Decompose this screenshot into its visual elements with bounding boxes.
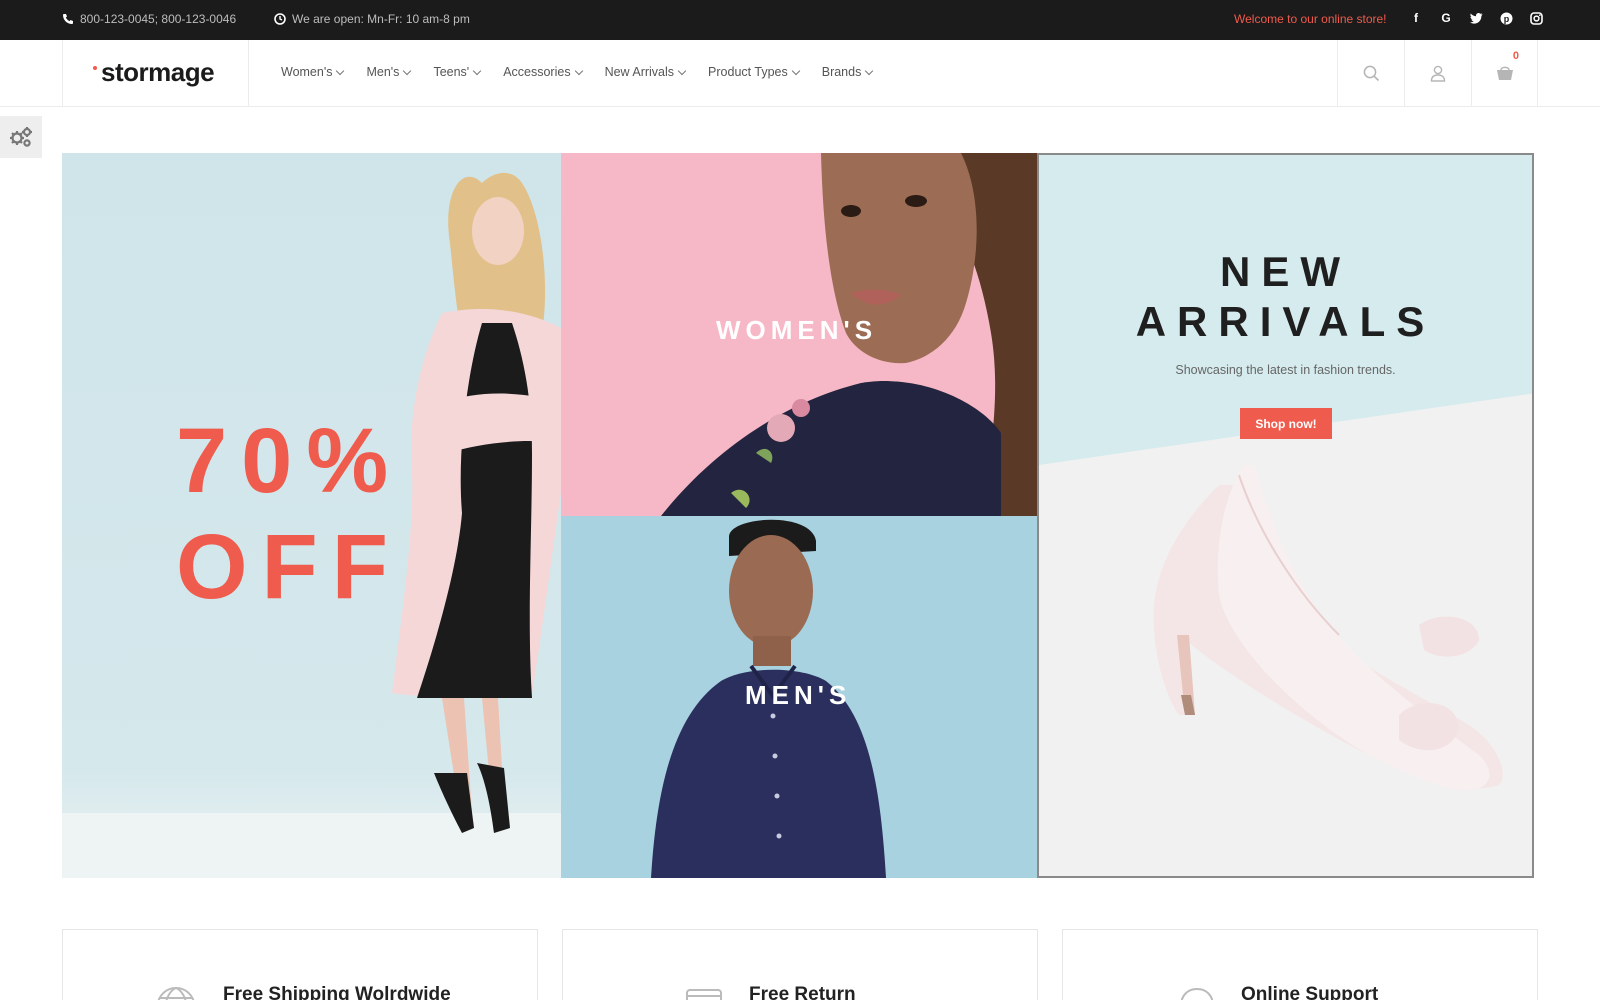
search-icon bbox=[1363, 65, 1379, 81]
gear-icon bbox=[10, 127, 32, 147]
account-button[interactable] bbox=[1404, 40, 1471, 106]
phone-icon bbox=[63, 14, 73, 24]
settings-tab[interactable] bbox=[0, 116, 42, 158]
cart-count-badge: 0 bbox=[1512, 50, 1519, 62]
chevron-down-icon bbox=[865, 66, 874, 75]
nav-item-womens[interactable]: Women's bbox=[281, 65, 345, 79]
logo-box[interactable]: stormage bbox=[62, 40, 249, 106]
google-icon[interactable]: G bbox=[1438, 10, 1454, 26]
feature-title: Free Return bbox=[749, 984, 856, 1000]
site-logo[interactable]: stormage bbox=[93, 57, 215, 88]
pinterest-icon[interactable]: p bbox=[1498, 10, 1514, 26]
nav-item-brands[interactable]: Brands bbox=[821, 65, 874, 79]
chevron-down-icon bbox=[472, 66, 482, 75]
shop-now-button[interactable]: Shop now! bbox=[1240, 408, 1332, 439]
mens-label: MEN'S bbox=[745, 680, 852, 710]
logo-text: stormage bbox=[101, 57, 215, 87]
feature-free-return: Free Return bbox=[562, 929, 1038, 1000]
phone-numbers: 800-123-0045; 800-123-0046 bbox=[80, 12, 237, 26]
chevron-down-icon bbox=[574, 66, 583, 75]
womens-label: WOMEN'S bbox=[716, 315, 878, 345]
nav-label: Brands bbox=[821, 65, 862, 79]
support-icon bbox=[1180, 987, 1214, 1000]
nav-label: Teens' bbox=[433, 65, 470, 79]
chevron-down-icon bbox=[403, 66, 412, 75]
hours-text: We are open: Mn-Fr: 10 am-8 pm bbox=[292, 12, 470, 26]
nav-item-new-arrivals[interactable]: New Arrivals bbox=[604, 65, 687, 79]
main-nav: Women's Men's Teens' Accessories New Arr… bbox=[281, 65, 895, 79]
hero-banner: 70% OFF WOMEN'S MEN'S NEW ARRIVALS Showc… bbox=[62, 153, 1534, 878]
new-arrivals-line2: ARRIVALS bbox=[1135, 298, 1436, 345]
womens-banner[interactable]: WOMEN'S bbox=[561, 153, 1037, 516]
nav-label: Accessories bbox=[503, 65, 571, 79]
nav-item-mens[interactable]: Men's bbox=[366, 65, 412, 79]
globe-icon bbox=[157, 986, 195, 1000]
feature-title: Free Shipping Wolrdwide bbox=[223, 984, 451, 1000]
phone-info: 800-123-0045; 800-123-0046 bbox=[62, 12, 236, 26]
nav-label: Men's bbox=[366, 65, 400, 79]
feature-online-support: Online Support bbox=[1062, 929, 1538, 1000]
feature-free-shipping: Free Shipping Wolrdwide bbox=[62, 929, 538, 1000]
opening-hours: We are open: Mn-Fr: 10 am-8 pm bbox=[274, 12, 470, 26]
nav-label: New Arrivals bbox=[604, 65, 675, 79]
welcome-message: Welcome to our online store! bbox=[1234, 12, 1387, 26]
nav-label: Product Types bbox=[708, 65, 788, 79]
new-arrivals-title: NEW ARRIVALS bbox=[1039, 247, 1532, 347]
chevron-down-icon bbox=[791, 66, 800, 75]
sale-off: OFF bbox=[176, 516, 402, 618]
nav-item-accessories[interactable]: Accessories bbox=[503, 65, 583, 79]
cart-button[interactable]: 0 bbox=[1471, 40, 1538, 106]
new-arrivals-banner[interactable]: NEW ARRIVALS Showcasing the latest in fa… bbox=[1037, 153, 1534, 878]
chevron-down-icon bbox=[677, 66, 687, 75]
top-bar: 800-123-0045; 800-123-0046 We are open: … bbox=[0, 0, 1600, 40]
new-arrivals-subtitle: Showcasing the latest in fashion trends. bbox=[1175, 363, 1396, 377]
nav-item-teens[interactable]: Teens' bbox=[433, 65, 482, 79]
new-arrivals-line1: NEW bbox=[1220, 248, 1351, 295]
social-links: f G p bbox=[1408, 10, 1544, 26]
facebook-icon[interactable]: f bbox=[1408, 10, 1424, 26]
sale-headline: 70% OFF bbox=[176, 408, 402, 620]
card-icon bbox=[686, 989, 722, 1000]
chevron-down-icon bbox=[336, 66, 345, 75]
feature-title: Online Support bbox=[1241, 984, 1379, 1000]
svg-text:p: p bbox=[1503, 14, 1509, 24]
nav-item-product-types[interactable]: Product Types bbox=[708, 65, 800, 79]
cart-basket-icon bbox=[1496, 66, 1513, 80]
user-icon bbox=[1430, 65, 1446, 82]
sale-percent: 70% bbox=[176, 410, 403, 512]
search-button[interactable] bbox=[1337, 40, 1404, 106]
instagram-icon[interactable] bbox=[1528, 10, 1544, 26]
main-header: stormage Women's Men's Teens' Accessorie… bbox=[0, 40, 1600, 107]
sale-banner[interactable]: 70% OFF bbox=[62, 153, 561, 878]
nav-label: Women's bbox=[281, 65, 333, 79]
mens-banner[interactable]: MEN'S bbox=[561, 516, 1037, 878]
twitter-icon[interactable] bbox=[1468, 10, 1484, 26]
clock-icon bbox=[274, 13, 286, 25]
